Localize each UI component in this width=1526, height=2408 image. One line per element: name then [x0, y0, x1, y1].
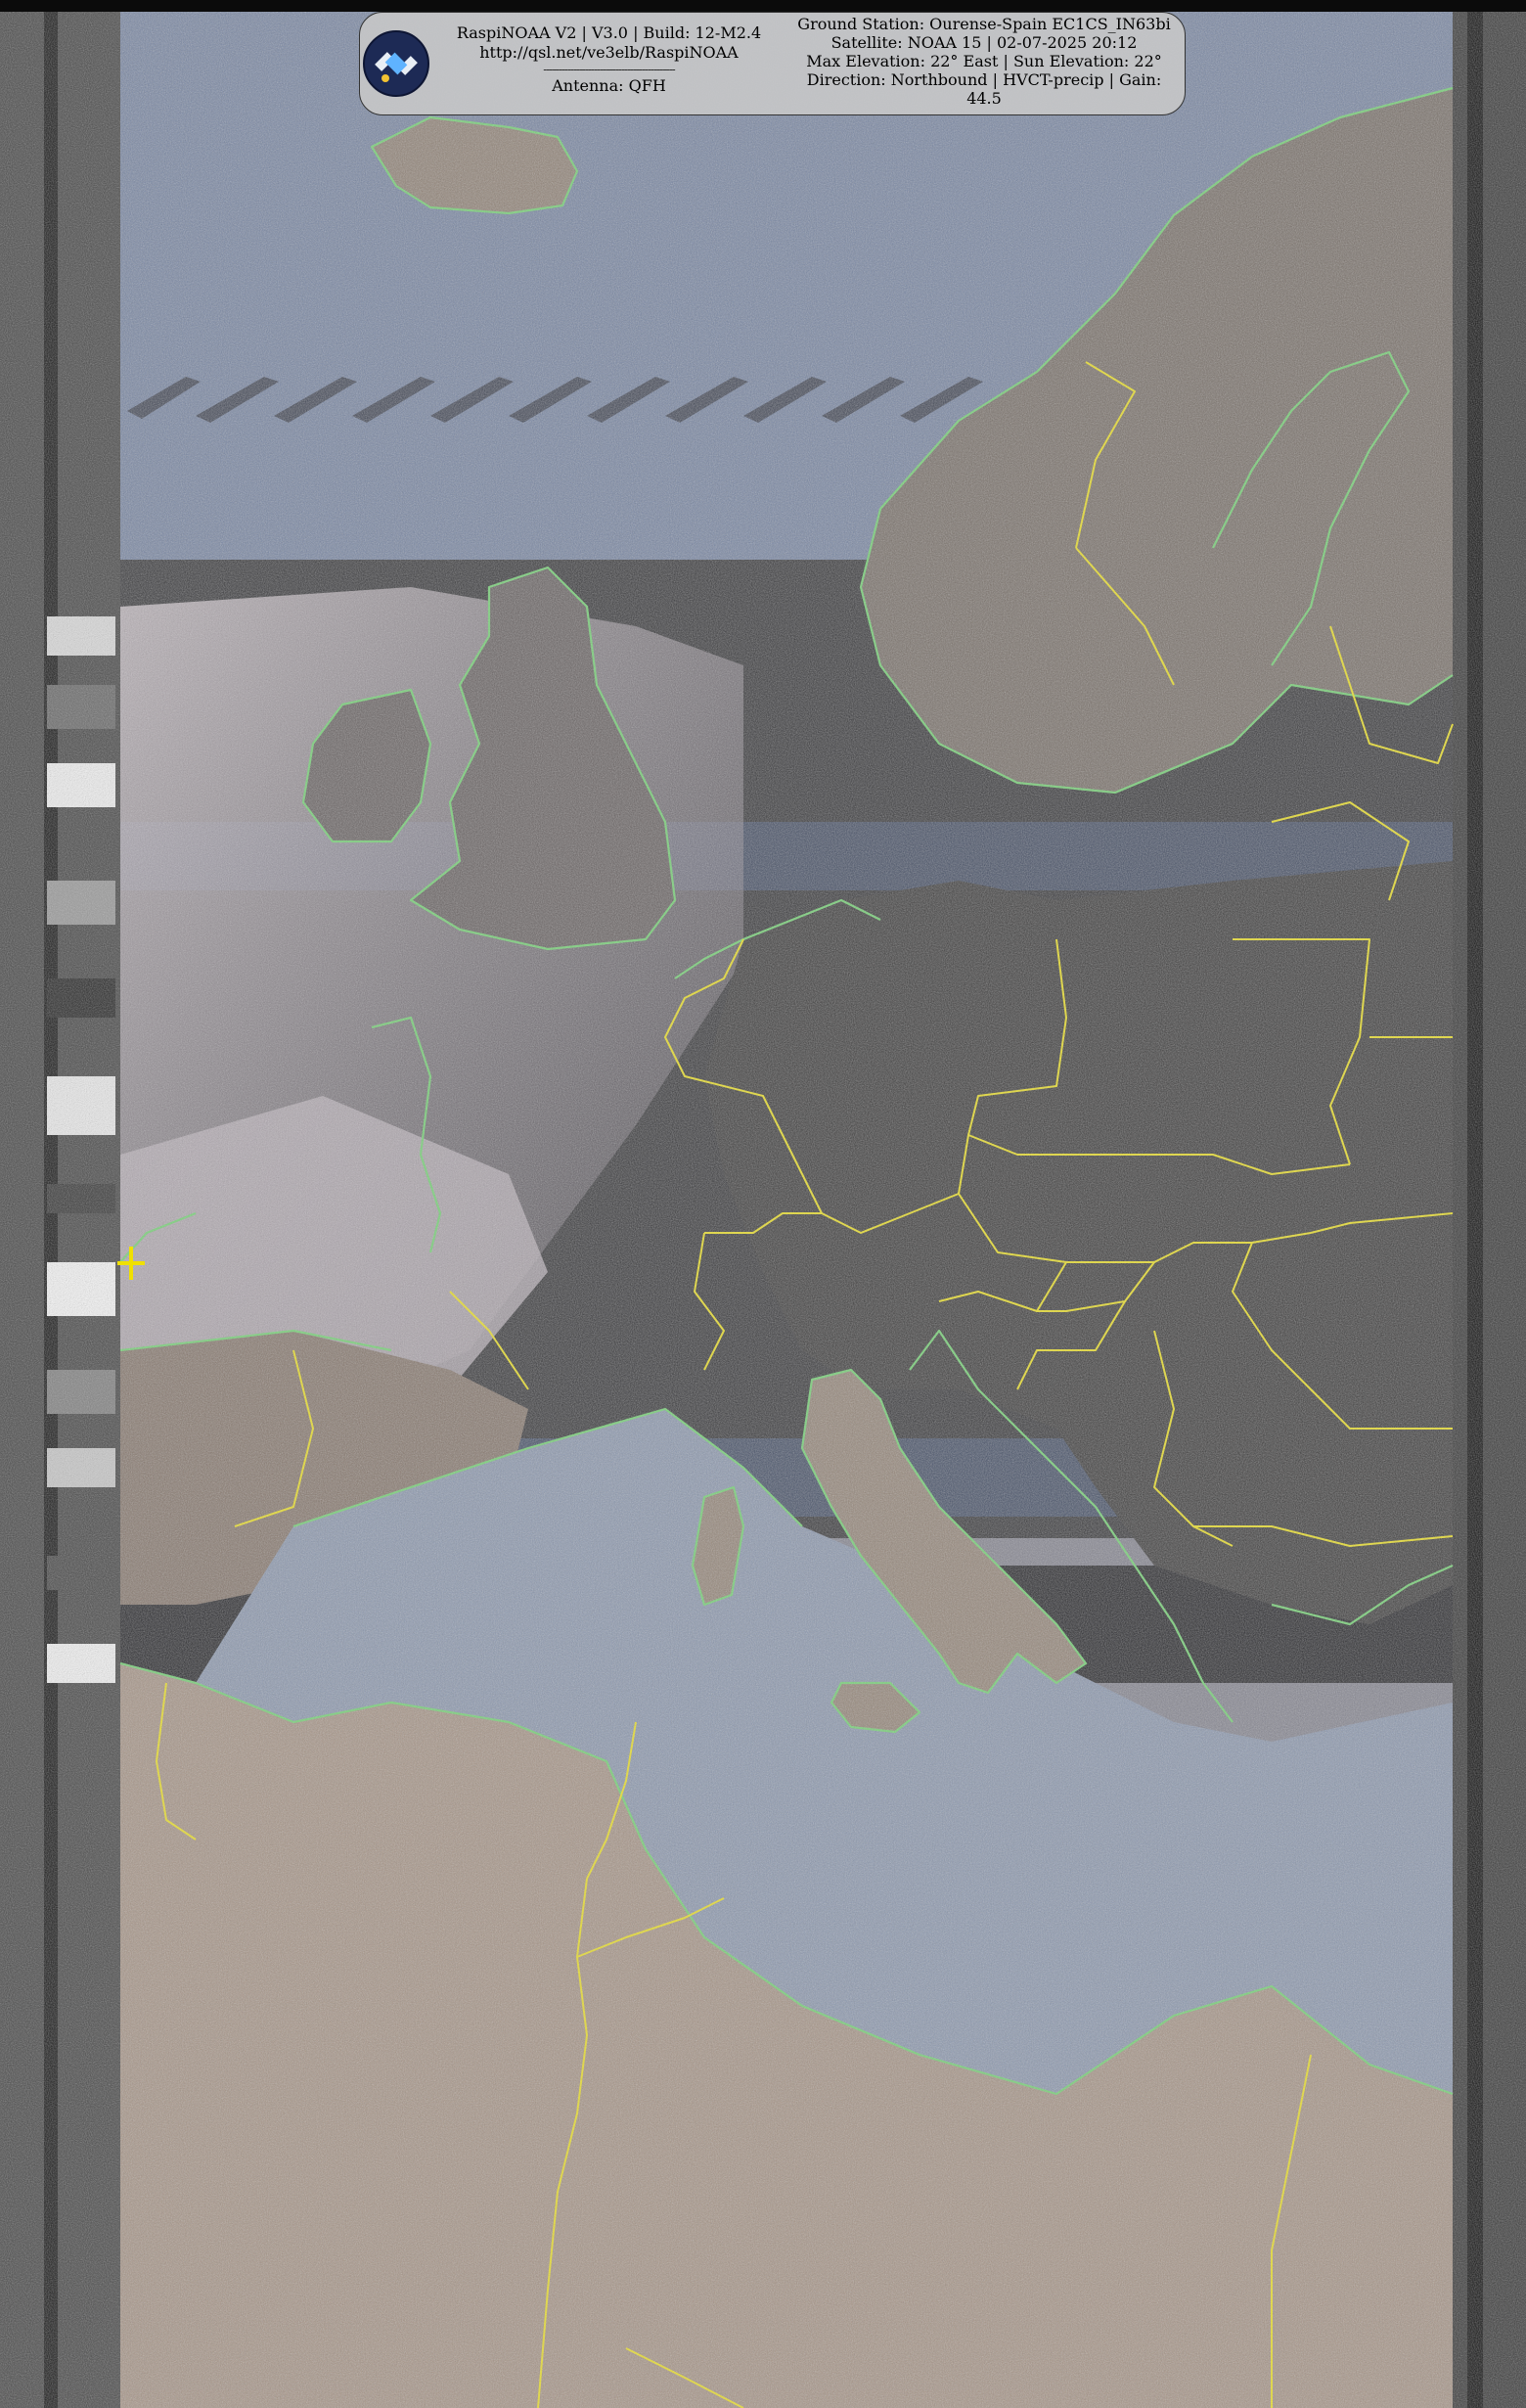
top-border	[0, 0, 1526, 12]
satellite-line: Satellite: NOAA 15 | 02-07-2025 20:12	[830, 33, 1138, 52]
noise-texture-fine	[120, 12, 1453, 2408]
divider-line: ----------------------------------------…	[543, 63, 675, 76]
satellite-image	[0, 0, 1526, 2408]
ground-station-line: Ground Station: Ourense-Spain EC1CS_IN63…	[797, 15, 1171, 33]
direction-line: Direction: Northbound | HVCT-precip | Ga…	[806, 70, 1162, 89]
elevation-line: Max Elevation: 22° East | Sun Elevation:…	[806, 52, 1162, 70]
antenna-line: Antenna: QFH	[552, 76, 666, 95]
gain-line: 44.5	[966, 89, 1002, 108]
build-line: RaspiNOAA V2 | V3.0 | Build: 12-M2.4	[456, 23, 762, 42]
url-line: http://qsl.net/ve3elb/RaspiNOAA	[479, 43, 739, 62]
pass-info: Ground Station: Ourense-Spain EC1CS_IN63…	[790, 15, 1178, 108]
build-info: RaspiNOAA V2 | V3.0 | Build: 12-M2.4 htt…	[435, 23, 783, 96]
satellite-logo-icon	[363, 30, 429, 97]
